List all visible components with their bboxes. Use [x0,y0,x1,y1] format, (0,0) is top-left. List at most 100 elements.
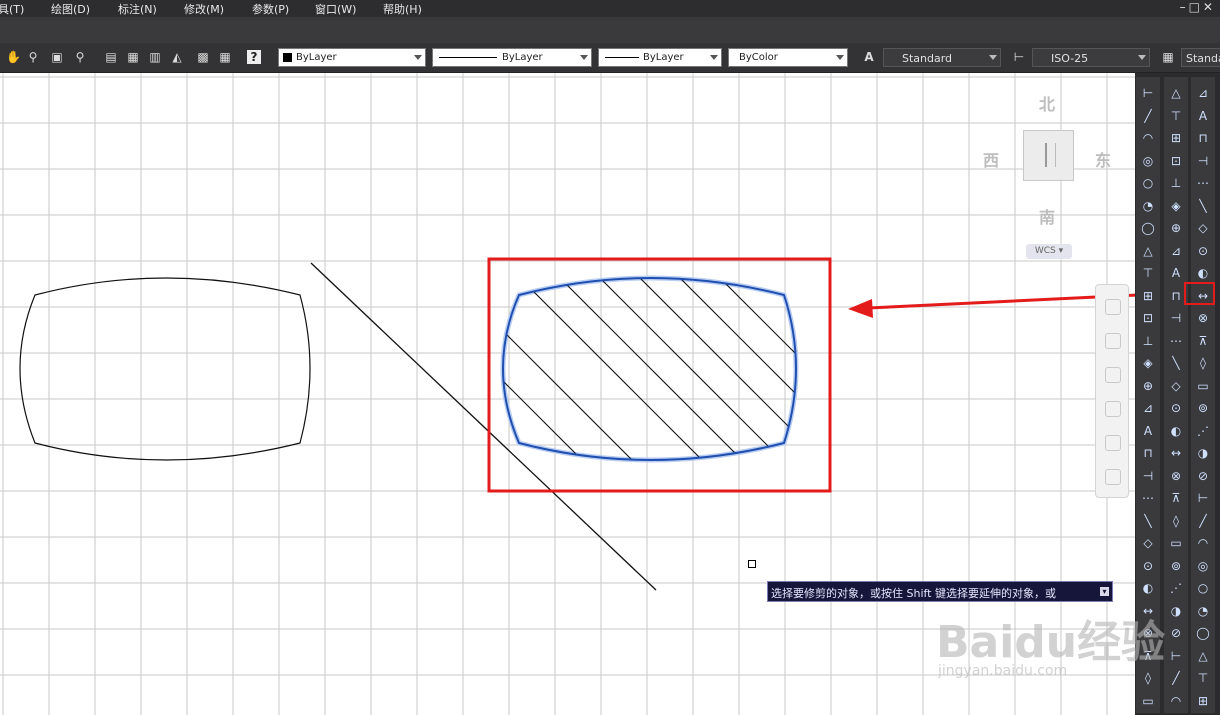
tool-icon[interactable]: ◊ [1140,670,1156,686]
tool-icon[interactable]: ○ [1195,580,1211,596]
tool-icon[interactable]: ◯ [1195,625,1211,641]
compass-south[interactable]: 南 [1039,204,1055,228]
tool-icon[interactable]: A [1140,423,1156,439]
tool-icon[interactable]: ⊓ [1140,445,1156,461]
tool-icon[interactable]: ◔ [1140,198,1156,214]
tool-icon[interactable]: ▭ [1140,693,1156,709]
tool-icon[interactable]: ⋰ [1168,580,1184,596]
tool-icon[interactable]: ⋯ [1140,490,1156,506]
tool-icon[interactable]: ⊘ [1195,468,1211,484]
table-style-icon[interactable]: ▦ [1161,50,1175,64]
tool-icon[interactable]: ◯ [1140,220,1156,236]
tool-icon[interactable]: ◊ [1195,355,1211,371]
tool-icon[interactable]: ⊤ [1195,670,1211,686]
tool-icon[interactable]: ⊚ [1168,558,1184,574]
tool-palettes-icon[interactable]: ▥ [148,50,162,64]
tool-icon[interactable]: ⊚ [1195,400,1211,416]
zoom-icon[interactable] [1105,367,1121,383]
properties-icon[interactable]: ▤ [104,50,118,64]
tool-icon[interactable]: ⊥ [1140,333,1156,349]
tool-icon[interactable]: ⊣ [1195,153,1211,169]
tool-icon[interactable]: ╱ [1168,670,1184,686]
tool-icon[interactable]: △ [1168,85,1184,101]
tool-icon[interactable]: ⊢ [1195,490,1211,506]
tool-icon[interactable]: ⊙ [1195,243,1211,259]
orbit-icon[interactable] [1105,401,1121,417]
tool-icon[interactable]: ⊗ [1195,310,1211,326]
calculator-icon[interactable]: ▦ [218,50,232,64]
tool-icon[interactable]: ⊞ [1195,693,1211,709]
tool-icon[interactable]: △ [1195,648,1211,664]
tool-icon[interactable]: ▭ [1195,378,1211,394]
tool-icon[interactable]: ◎ [1195,558,1211,574]
plotstyle-combo[interactable]: ByColor [728,48,848,67]
menu-window[interactable]: 窗口(W) [315,1,356,17]
tool-icon[interactable]: ╲ [1168,355,1184,371]
tool-icon[interactable]: ◐ [1195,265,1211,281]
text-style-combo[interactable]: Standard [883,48,1001,67]
pan-icon[interactable]: ✋ [6,50,21,64]
zoom-realtime-icon[interactable]: ⚲ [26,50,40,64]
zoom-window-icon[interactable]: ▣ [50,50,64,64]
tool-icon[interactable]: ⊙ [1140,558,1156,574]
tool-icon[interactable]: ⊘ [1168,625,1184,641]
tool-icon[interactable]: ⊕ [1140,378,1156,394]
tool-icon[interactable]: ⊓ [1195,130,1211,146]
tool-icon[interactable]: ⊼ [1195,333,1211,349]
compass-west[interactable]: 西 [983,147,999,171]
pan-icon[interactable] [1105,333,1121,349]
tool-icon[interactable]: ◇ [1168,378,1184,394]
menu-parameter[interactable]: 参数(P) [252,1,289,17]
tool-icon[interactable]: ⋯ [1168,333,1184,349]
tool-icon[interactable]: ◔ [1195,603,1211,619]
tool-icon[interactable]: ◠ [1168,693,1184,709]
tool-icon[interactable]: ⊤ [1140,265,1156,281]
tool-icon[interactable]: ⊥ [1168,175,1184,191]
barrel-outline-left[interactable] [19,277,311,461]
tool-icon[interactable]: ◇ [1195,220,1211,236]
tool-icon[interactable]: ▭ [1168,535,1184,551]
sheet-set-icon[interactable]: ◭ [170,50,184,64]
tool-icon[interactable]: ◠ [1140,130,1156,146]
dim-style-icon[interactable]: ⊢ [1012,50,1026,64]
tool-icon[interactable]: ╱ [1195,513,1211,529]
tool-icon[interactable]: ⊣ [1140,468,1156,484]
tool-icon[interactable]: ◇ [1140,535,1156,551]
zoom-previous-icon[interactable]: ⚲ [73,50,87,64]
tool-icon[interactable]: ⊗ [1168,468,1184,484]
tool-icon[interactable]: ⊕ [1168,220,1184,236]
layer-combo[interactable]: ByLayer [278,48,426,67]
markup-icon[interactable]: ▩ [196,50,210,64]
tool-icon[interactable]: A [1195,108,1211,124]
table-style-combo[interactable]: Standa [1181,48,1220,67]
compass-east[interactable]: 东 [1095,147,1111,171]
tool-icon[interactable]: ╱ [1140,108,1156,124]
wcs-menu[interactable]: WCS ▾ [1026,244,1072,259]
tool-icon[interactable]: ◈ [1140,355,1156,371]
tool-icon[interactable]: ⊿ [1140,400,1156,416]
window-controls[interactable]: –□✕ [1180,0,1216,14]
menu-help[interactable]: 帮助(H) [383,1,422,17]
viewcube[interactable] [1023,130,1074,181]
tool-icon[interactable]: ◑ [1195,445,1211,461]
tool-icon[interactable]: ⊢ [1168,648,1184,664]
text-style-icon[interactable]: A [862,50,876,64]
tool-icon[interactable]: ◑ [1168,603,1184,619]
tool-icon[interactable]: ⊞ [1168,130,1184,146]
showmotion-icon[interactable] [1105,435,1121,451]
help-icon[interactable]: ? [247,50,261,64]
tool-icon[interactable]: ◊ [1168,513,1184,529]
menu-draw[interactable]: 绘图(D) [51,1,90,17]
menu-modify[interactable]: 修改(M) [184,1,224,17]
tool-icon[interactable]: ⋯ [1195,175,1211,191]
dim-style-combo[interactable]: ISO-25 [1032,48,1150,67]
steering-wheel-icon[interactable] [1105,299,1121,315]
tool-icon[interactable]: ⊙ [1168,400,1184,416]
tool-icon[interactable]: ╲ [1195,198,1211,214]
diagonal-line[interactable] [310,262,657,591]
tool-icon[interactable]: ⊣ [1168,310,1184,326]
tool-icon[interactable]: ⊞ [1140,288,1156,304]
tool-icon[interactable]: ⊓ [1168,288,1184,304]
menu-dimension[interactable]: 标注(N) [118,1,157,17]
navbar-settings-icon[interactable] [1105,469,1121,485]
